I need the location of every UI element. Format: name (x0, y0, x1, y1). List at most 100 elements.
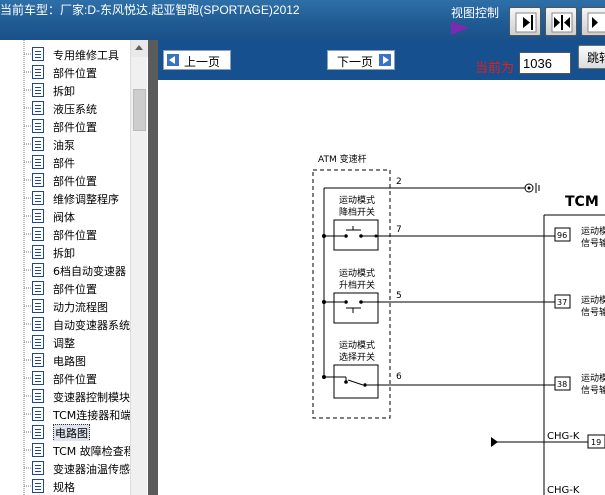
tree-item[interactable]: 油泵 (32, 135, 142, 153)
document-icon (32, 407, 44, 421)
tree-item-label: 变速器控制模块 (53, 391, 130, 404)
switch-3-box (333, 364, 379, 399)
current-page-label: 当前为 (475, 61, 515, 76)
tree-item[interactable]: 拆卸 (32, 243, 142, 261)
document-icon (32, 191, 44, 205)
tree-item[interactable]: 专用维修工具 (32, 45, 142, 63)
document-icon (32, 425, 44, 439)
tree-item[interactable]: 自动变速器系统 (32, 315, 142, 333)
next-arrow-icon (379, 54, 391, 66)
pin-38-text-2: 信号输 (581, 384, 605, 396)
app-header: 当前车型：厂家:D-东风悦达.起亚智跑(SPORTAGE)2012 视图控制 (0, 0, 605, 40)
can-label-1: CHG-K (547, 431, 580, 442)
pin-37-text-1: 运动模 (581, 295, 605, 306)
pin-96-text-1: 运动模 (581, 226, 605, 237)
tcm-title: TCM (565, 194, 599, 210)
tree-item-label: 油泵 (53, 139, 75, 152)
tree-item[interactable]: 部件位置 (32, 225, 142, 243)
pin-38-text-1: 运动模 (581, 373, 605, 384)
fit-width-button[interactable] (545, 7, 577, 36)
tree-item-label: 电路图 (53, 424, 90, 441)
document-icon (32, 263, 44, 277)
tree-item[interactable]: 6档自动变速器 (32, 261, 142, 279)
tree-item[interactable]: 部件位置 (32, 171, 142, 189)
view-control-arrow-icon (451, 21, 469, 35)
tree-item[interactable]: 维修调整程序 (32, 189, 142, 207)
fit-right-button[interactable] (509, 7, 541, 36)
current-vehicle-title: 当前车型：厂家:D-东风悦达.起亚智跑(SPORTAGE)2012 (0, 3, 300, 17)
sidebar-tree: 专用维修工具 部件位置 拆卸 液压系统 部件位置 油泵 部件 部件位置 维修调整程序 阀体 部件位置… (0, 40, 148, 495)
tree-item-label: 电路图 (53, 355, 86, 368)
document-icon (32, 461, 44, 475)
tree-item[interactable]: 部件位置 (32, 279, 142, 297)
tree-item[interactable]: TCM 故障检查程 (32, 441, 142, 459)
switch-1-box (333, 219, 379, 251)
tree-item-label: 自动变速器系统 (53, 319, 130, 332)
tree-item[interactable]: 部件位置 (32, 117, 142, 135)
document-icon (32, 119, 44, 133)
tree-item-label: 液压系统 (53, 103, 97, 116)
switch-3-label-line2: 选择开关 (339, 351, 375, 363)
pin-number-96: 96 (557, 231, 567, 240)
scrollbar-thumb[interactable] (133, 89, 146, 131)
wire-number-2: 2 (396, 177, 402, 187)
document-icon (32, 209, 44, 223)
sidebar-scrollbar[interactable] (130, 40, 148, 495)
prev-page-button[interactable]: 上一页 (163, 50, 231, 70)
pin-96-text-2: 信号输 (581, 237, 605, 249)
pin-37-text-2: 信号输 (581, 306, 605, 318)
document-icon (32, 281, 44, 295)
tree-item[interactable]: 液压系统 (32, 99, 142, 117)
tree-item-label: 部件位置 (53, 229, 97, 242)
fit-both-icon (587, 12, 605, 33)
tree-item[interactable]: 变速器油温传感 (32, 459, 142, 477)
pin-number-19: 19 (591, 438, 601, 447)
wiring-diagram: ATM 变速杆 2 运动模式 降档开关 7 运动模式 升档开关 5 运动模式 选… (312, 153, 605, 495)
document-icon (32, 155, 44, 169)
tree-item[interactable]: 变速器控制模块 (32, 387, 142, 405)
can-label-2: CHG-K (547, 485, 580, 495)
diagram-viewer: ATM 变速杆 2 运动模式 降档开关 7 运动模式 升档开关 5 运动模式 选… (158, 80, 605, 495)
document-icon (32, 227, 44, 241)
switch-1-label-line2: 降档开关 (339, 206, 375, 218)
tree-item[interactable]: 部件位置 (32, 63, 142, 81)
tree-item[interactable]: 部件位置 (32, 369, 142, 387)
tree-item[interactable]: 规格 (32, 477, 142, 495)
tree-item-label: 变速器油温传感 (53, 463, 130, 476)
pane-splitter[interactable] (148, 40, 158, 495)
tree-item-label: TCM 故障检查程 (53, 445, 135, 458)
tree-item[interactable]: 调整 (32, 333, 142, 351)
document-icon (32, 353, 44, 367)
next-page-button[interactable]: 下一页 (327, 50, 395, 70)
switch-group-label: ATM 变速杆 (318, 153, 367, 165)
tree-item[interactable]: 动力流程图 (32, 297, 142, 315)
tree-item-label: 部件位置 (53, 175, 97, 188)
tree-item[interactable]: 阀体 (32, 207, 142, 225)
tree-item[interactable]: 电路图 (32, 351, 142, 369)
document-icon (32, 137, 44, 151)
document-icon (32, 299, 44, 313)
tree-item[interactable]: 电路图 (32, 423, 142, 441)
tree-item-label: 调整 (53, 337, 75, 350)
scroll-up-arrow-icon[interactable] (131, 40, 148, 57)
tree-item-label: 部件位置 (53, 121, 97, 134)
page-number-input[interactable] (519, 52, 571, 74)
tree-item-label: TCM连接器和端 (53, 409, 132, 422)
switch-2-label-line2: 升档开关 (339, 279, 375, 291)
jump-button[interactable]: 跳转 (578, 45, 605, 69)
fit-both-button[interactable] (581, 7, 605, 36)
wire-number-6: 6 (396, 372, 402, 382)
tree-item-label: 动力流程图 (53, 301, 108, 314)
document-icon (32, 173, 44, 187)
prev-arrow-icon (167, 54, 179, 66)
wire-number-5: 5 (396, 291, 402, 301)
prev-page-label: 上一页 (184, 55, 221, 69)
view-control-label: 视图控制 (451, 6, 500, 20)
tree-item-label: 部件位置 (53, 67, 97, 80)
tree-item[interactable]: TCM连接器和端 (32, 405, 142, 423)
document-icon (32, 371, 44, 385)
document-icon (32, 245, 44, 259)
tree-item[interactable]: 拆卸 (32, 81, 142, 99)
switch-3-label-line1: 运动模式 (339, 339, 375, 351)
tree-item[interactable]: 部件 (32, 153, 142, 171)
